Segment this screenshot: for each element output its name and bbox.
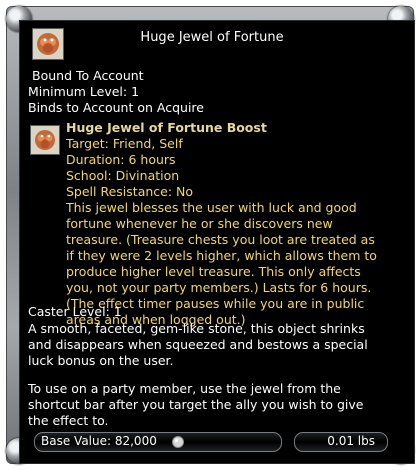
fortune-boost-icon	[30, 125, 60, 155]
buff-duration: Duration: 6 hours	[66, 152, 176, 167]
bound-to-account-text: Bound To Account	[32, 68, 144, 83]
buff-description-line: fortune whenever he or she discovers new	[66, 216, 333, 231]
item-description-line: To use on a party member, use the jewel …	[28, 381, 341, 396]
buff-school: School: Divination	[66, 168, 180, 183]
buff-description-line: produce higher level treasure. This only…	[66, 264, 361, 279]
buff-name: Huge Jewel of Fortune Boost	[66, 120, 267, 135]
buff-spell-resistance: Spell Resistance: No	[66, 184, 194, 199]
item-title: Huge Jewel of Fortune	[140, 30, 284, 45]
weight-bar: 0.01 lbs	[294, 432, 388, 452]
item-description-line: luck bonus on the user.	[28, 353, 174, 368]
item-description-line: the effect to.	[28, 413, 109, 428]
item-description-spacer	[28, 369, 388, 381]
binds-on-acquire-text: Binds to Account on Acquire	[28, 100, 204, 115]
item-description-line: shortcut bar after you target the ally y…	[28, 397, 364, 412]
item-description-line: A smooth, faceted, gem-like stone, this …	[28, 321, 365, 336]
buff-description-line: you, not your party members.) Lasts for …	[66, 280, 372, 295]
jewel-of-fortune-icon	[32, 28, 64, 60]
buff-target: Target: Friend, Self	[66, 136, 183, 151]
weight-text: 0.01 lbs	[327, 434, 375, 448]
buff-description-line: if they were 2 levels higher, which allo…	[66, 248, 377, 263]
buff-description-line: treasure. (Treasure chests you loot are …	[66, 232, 375, 247]
minimum-level-text: Minimum Level: 1	[28, 84, 140, 99]
base-value-text: Base Value: 82,000	[41, 434, 157, 448]
coin-icon	[171, 435, 185, 452]
item-description: A smooth, faceted, gem-like stone, this …	[28, 321, 388, 429]
buff-description-line: This jewel blesses the user with luck an…	[66, 200, 357, 215]
base-value-bar: Base Value: 82,000	[34, 432, 282, 452]
caster-level-text: Caster Level: 1	[28, 304, 122, 319]
item-description-line: and disappears when squeezed and bestows…	[28, 337, 368, 352]
